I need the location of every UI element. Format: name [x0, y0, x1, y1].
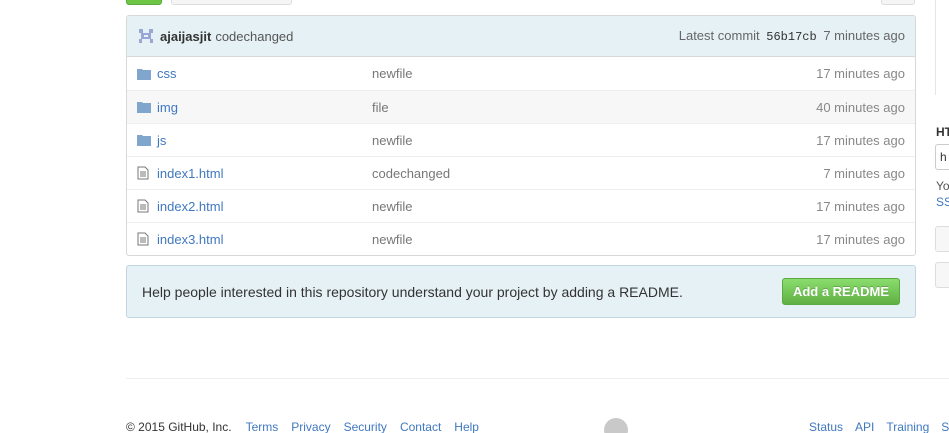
- footer-link-terms[interactable]: Terms: [246, 420, 279, 433]
- file-commit-message-link[interactable]: newfile: [372, 199, 816, 214]
- branch-select-button[interactable]: [171, 0, 292, 5]
- table-row: index2.html newfile 17 minutes ago: [127, 189, 915, 222]
- file-commit-message-link[interactable]: newfile: [372, 133, 816, 148]
- file-commit-message-link[interactable]: codechanged: [372, 166, 823, 181]
- commit-author-link[interactable]: ajaijasjit: [160, 29, 211, 44]
- file-icon: [137, 166, 157, 180]
- readme-prompt-text: Help people interested in this repositor…: [142, 283, 683, 300]
- file-icon: [137, 232, 157, 246]
- ssh-link[interactable]: SS: [936, 195, 949, 209]
- copyright: © 2015 GitHub, Inc.: [126, 420, 232, 433]
- file-icon: [137, 199, 157, 213]
- clone-url-title: HT: [936, 125, 949, 139]
- latest-commit-label: Latest commit: [678, 28, 760, 43]
- commit-message-link[interactable]: codechanged: [215, 29, 293, 44]
- file-table: ajaijasjit codechanged Latest commit 56b…: [126, 15, 916, 256]
- footer-link-security[interactable]: Security: [344, 420, 387, 433]
- file-age: 17 minutes ago: [816, 231, 905, 247]
- file-commit-message-link[interactable]: file: [372, 100, 816, 115]
- footer-right: Status API Training S: [809, 420, 949, 433]
- download-zip-button[interactable]: [935, 262, 949, 288]
- folder-icon: [137, 68, 157, 80]
- table-row: index3.html newfile 17 minutes ago: [127, 222, 915, 255]
- table-row: js newfile 17 minutes ago: [127, 123, 915, 156]
- footer-link-training[interactable]: Training: [886, 420, 929, 433]
- clone-button[interactable]: [881, 0, 915, 5]
- readme-prompt: Help people interested in this repositor…: [126, 265, 916, 318]
- file-age: 17 minutes ago: [816, 66, 905, 81]
- table-row: css newfile 17 minutes ago: [127, 57, 915, 90]
- folder-icon: [137, 101, 157, 113]
- commit-sha-link[interactable]: 56b17cb: [766, 30, 816, 44]
- file-age: 40 minutes ago: [816, 99, 905, 115]
- file-name-link[interactable]: img: [157, 100, 372, 115]
- commit-bar: ajaijasjit codechanged Latest commit 56b…: [127, 16, 915, 57]
- file-name-link[interactable]: css: [157, 66, 372, 81]
- file-age: 17 minutes ago: [816, 198, 905, 214]
- latest-commit: Latest commit 56b17cb 7 minutes ago: [679, 28, 905, 44]
- file-name-link[interactable]: index2.html: [157, 199, 372, 214]
- file-name-link[interactable]: index3.html: [157, 232, 372, 247]
- footer-link-contact[interactable]: Contact: [400, 420, 441, 433]
- footer-link-api[interactable]: API: [855, 420, 874, 433]
- clone-desktop-button[interactable]: [935, 226, 949, 252]
- clone-url-input[interactable]: h: [935, 144, 949, 170]
- table-row: img file 40 minutes ago: [127, 90, 915, 123]
- commit-age: 7 minutes ago: [823, 28, 905, 43]
- file-commit-message-link[interactable]: newfile: [372, 232, 816, 247]
- file-age: 17 minutes ago: [816, 132, 905, 148]
- footer-divider: [126, 378, 949, 379]
- file-name-link[interactable]: index1.html: [157, 166, 372, 181]
- add-readme-button[interactable]: Add a README: [781, 278, 900, 305]
- file-name-link[interactable]: js: [157, 133, 372, 148]
- sidebar-divider: [935, 0, 936, 95]
- branch-button[interactable]: [126, 0, 162, 5]
- table-row: index1.html codechanged 7 minutes ago: [127, 156, 915, 189]
- file-age: 7 minutes ago: [823, 165, 905, 181]
- footer-link-shop[interactable]: S: [941, 420, 949, 433]
- footer-link-help[interactable]: Help: [454, 420, 479, 433]
- footer-link-privacy[interactable]: Privacy: [291, 420, 330, 433]
- file-commit-message-link[interactable]: newfile: [372, 66, 816, 81]
- avatar[interactable]: [138, 28, 154, 44]
- clone-help-text: Yo: [936, 179, 949, 193]
- footer-link-status[interactable]: Status: [809, 420, 843, 433]
- folder-icon: [137, 134, 157, 146]
